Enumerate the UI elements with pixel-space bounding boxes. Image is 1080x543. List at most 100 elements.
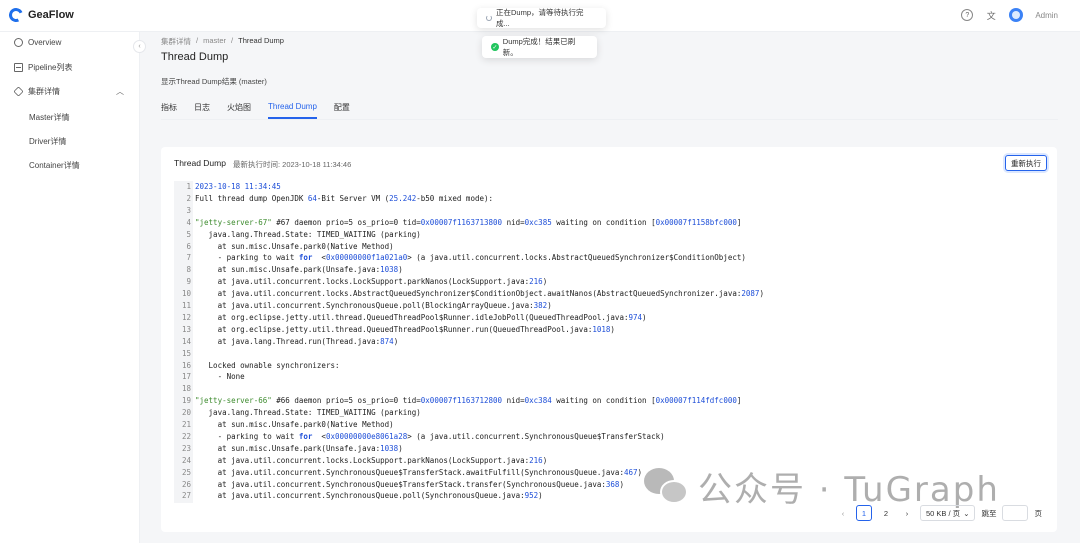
line-number: 24	[181, 455, 191, 465]
code-line: 15	[174, 348, 1044, 360]
watermark-text: 公众号 · TuGraph	[698, 470, 1000, 510]
tab-logs[interactable]: 日志	[194, 102, 210, 119]
goto-label: 跳至	[981, 508, 997, 518]
sidebar-item-pipeline[interactable]: Pipeline列表	[14, 62, 72, 73]
code-line: 10 at java.util.concurrent.locks.Abstrac…	[174, 288, 1044, 300]
code-line: 3	[174, 205, 1044, 217]
line-text: Locked ownable synchronizers:	[195, 360, 340, 370]
toast-dump-running: 正在Dump，请等待执行完成...	[477, 8, 606, 28]
prev-page-icon[interactable]: ‹	[836, 509, 850, 518]
page-size-select[interactable]: 50 KB / 页 ⌄	[920, 505, 976, 521]
chevron-up-icon[interactable]: ︿	[116, 86, 124, 97]
line-number: 8	[186, 265, 191, 275]
line-number: 10	[181, 289, 191, 299]
line-number: 12	[181, 312, 191, 322]
line-text: at java.util.concurrent.SynchronousQueue…	[195, 301, 552, 310]
line-number: 25	[181, 467, 191, 477]
tab-flame-graph[interactable]: 火焰图	[227, 102, 251, 119]
line-number: 13	[181, 324, 191, 334]
sidebar-item-label: Overview	[28, 38, 62, 47]
line-number: 19	[181, 396, 191, 406]
top-actions: ? 文 Admin	[961, 8, 1058, 22]
tab-bar: 指标 日志 火焰图 Thread Dump 配置	[161, 102, 367, 119]
line-text: - parking to wait for <0x00000000f1a021a…	[195, 253, 746, 263]
sidebar-item-container[interactable]: Container详情	[29, 160, 80, 171]
code-line: 13 at org.eclipse.jetty.util.thread.Queu…	[174, 324, 1044, 336]
sidebar-item-driver[interactable]: Driver详情	[29, 136, 66, 147]
line-text: "jetty-server-66" #66 daemon prio=5 os_p…	[195, 396, 742, 406]
user-name[interactable]: Admin	[1035, 11, 1058, 20]
code-line: 16 Locked ownable synchronizers:	[174, 360, 1044, 372]
line-text: at java.util.concurrent.locks.LockSuppor…	[195, 455, 548, 465]
avatar[interactable]	[1009, 8, 1024, 22]
tab-thread-dump[interactable]: Thread Dump	[268, 102, 317, 119]
code-line: 4 "jetty-server-67" #67 daemon prio=5 os_…	[174, 217, 1044, 229]
help-icon[interactable]: ?	[961, 9, 974, 21]
toast-done-text: Dump完成！结果已刷新。	[502, 37, 576, 57]
line-text: at java.util.concurrent.locks.AbstractQu…	[195, 289, 764, 299]
line-number: 23	[181, 443, 191, 453]
last-run-time: 最新执行时间: 2023-10-18 11:34:46	[233, 160, 352, 169]
code-line: 11 at java.util.concurrent.SynchronousQu…	[174, 300, 1044, 312]
line-number: 11	[181, 301, 191, 310]
line-number: 22	[181, 431, 191, 441]
breadcrumb-separator: /	[196, 36, 199, 45]
line-number: 9	[186, 277, 191, 287]
wechat-logo-icon	[644, 467, 690, 506]
tab-config[interactable]: 配置	[334, 102, 350, 119]
code-line: 7 - parking to wait for <0x00000000f1a02…	[174, 252, 1044, 264]
sidebar-item-cluster[interactable]: 集群详情	[13, 86, 60, 97]
line-text: at sun.misc.Unsafe.park(Unsafe.java:1038…	[195, 443, 403, 453]
code-line: 21 at sun.misc.Unsafe.park0(Native Metho…	[174, 419, 1044, 431]
line-number: 5	[186, 229, 191, 239]
line-number: 4	[186, 217, 191, 227]
app-logo[interactable]: GeaFlow	[7, 6, 74, 24]
code-line: 17 - None	[174, 371, 1044, 383]
rerun-button[interactable]: 重新执行	[1005, 155, 1047, 171]
next-page-icon[interactable]: ›	[900, 509, 914, 518]
sidebar-item-overview[interactable]: Overview	[14, 38, 61, 47]
line-text: at java.util.concurrent.SynchronousQueue…	[195, 479, 624, 489]
breadcrumb-cluster[interactable]: 集群详情	[161, 36, 191, 47]
line-text: at java.lang.Thread.run(Thread.java:874)	[195, 336, 399, 346]
sidebar-item-label: Pipeline列表	[28, 63, 73, 72]
code-viewer[interactable]: 1 2023-10-18 11:34:45 2 Full thread dump Op…	[174, 181, 1044, 503]
chevron-down-icon: ⌄	[963, 508, 970, 518]
breadcrumb-master[interactable]: master	[203, 36, 226, 47]
code-line: 22 - parking to wait for <0x00000000e806…	[174, 431, 1044, 443]
line-number: 15	[181, 348, 191, 358]
card-title: Thread Dump	[174, 158, 226, 168]
line-number: 6	[186, 241, 191, 251]
page-1[interactable]: 1	[856, 505, 872, 521]
line-text: java.lang.Thread.State: TIMED_WAITING (p…	[195, 229, 421, 239]
page-2[interactable]: 2	[878, 505, 894, 521]
page-title: Thread Dump	[161, 51, 229, 63]
goto-suffix: 页	[1034, 508, 1042, 518]
code-line: 18	[174, 383, 1044, 395]
translate-icon[interactable]: 文	[985, 9, 997, 21]
geaflow-logo-icon	[7, 6, 25, 24]
line-text: - None	[195, 372, 245, 382]
line-text: java.lang.Thread.State: TIMED_WAITING (p…	[195, 408, 421, 418]
sidebar-item-master[interactable]: Master详情	[29, 112, 69, 123]
table-icon	[14, 63, 23, 72]
success-check-icon: ✓	[491, 43, 499, 51]
code-line: 12 at org.eclipse.jetty.util.thread.Queu…	[174, 312, 1044, 324]
code-line: 23 at sun.misc.Unsafe.park(Unsafe.java:1…	[174, 443, 1044, 455]
collapse-sidebar-button[interactable]: ‹	[133, 40, 146, 53]
line-text: at org.eclipse.jetty.util.thread.QueuedT…	[195, 312, 647, 322]
line-text: "jetty-server-67" #67 daemon prio=5 os_p…	[195, 217, 742, 227]
line-number: 14	[181, 336, 191, 346]
line-text: at sun.misc.Unsafe.park0(Native Method)	[195, 241, 394, 251]
sidebar: Overview Pipeline列表 集群详情 ︿ Master详情 Driv…	[0, 32, 140, 543]
loading-icon	[486, 15, 492, 21]
goto-page-input[interactable]	[1002, 505, 1029, 521]
line-text: at java.util.concurrent.locks.LockSuppor…	[195, 277, 548, 287]
line-text: at java.util.concurrent.SynchronousQueue…	[195, 491, 543, 501]
line-number: 1	[186, 182, 191, 191]
tab-metrics[interactable]: 指标	[161, 102, 177, 119]
tabs-divider	[161, 119, 1058, 120]
pagination: ‹ 1 2 › 50 KB / 页 ⌄ 跳至 页	[836, 505, 1042, 521]
code-line: 6 at sun.misc.Unsafe.park0(Native Method…	[174, 241, 1044, 253]
breadcrumb: 集群详情 / master / Thread Dump	[161, 36, 284, 47]
